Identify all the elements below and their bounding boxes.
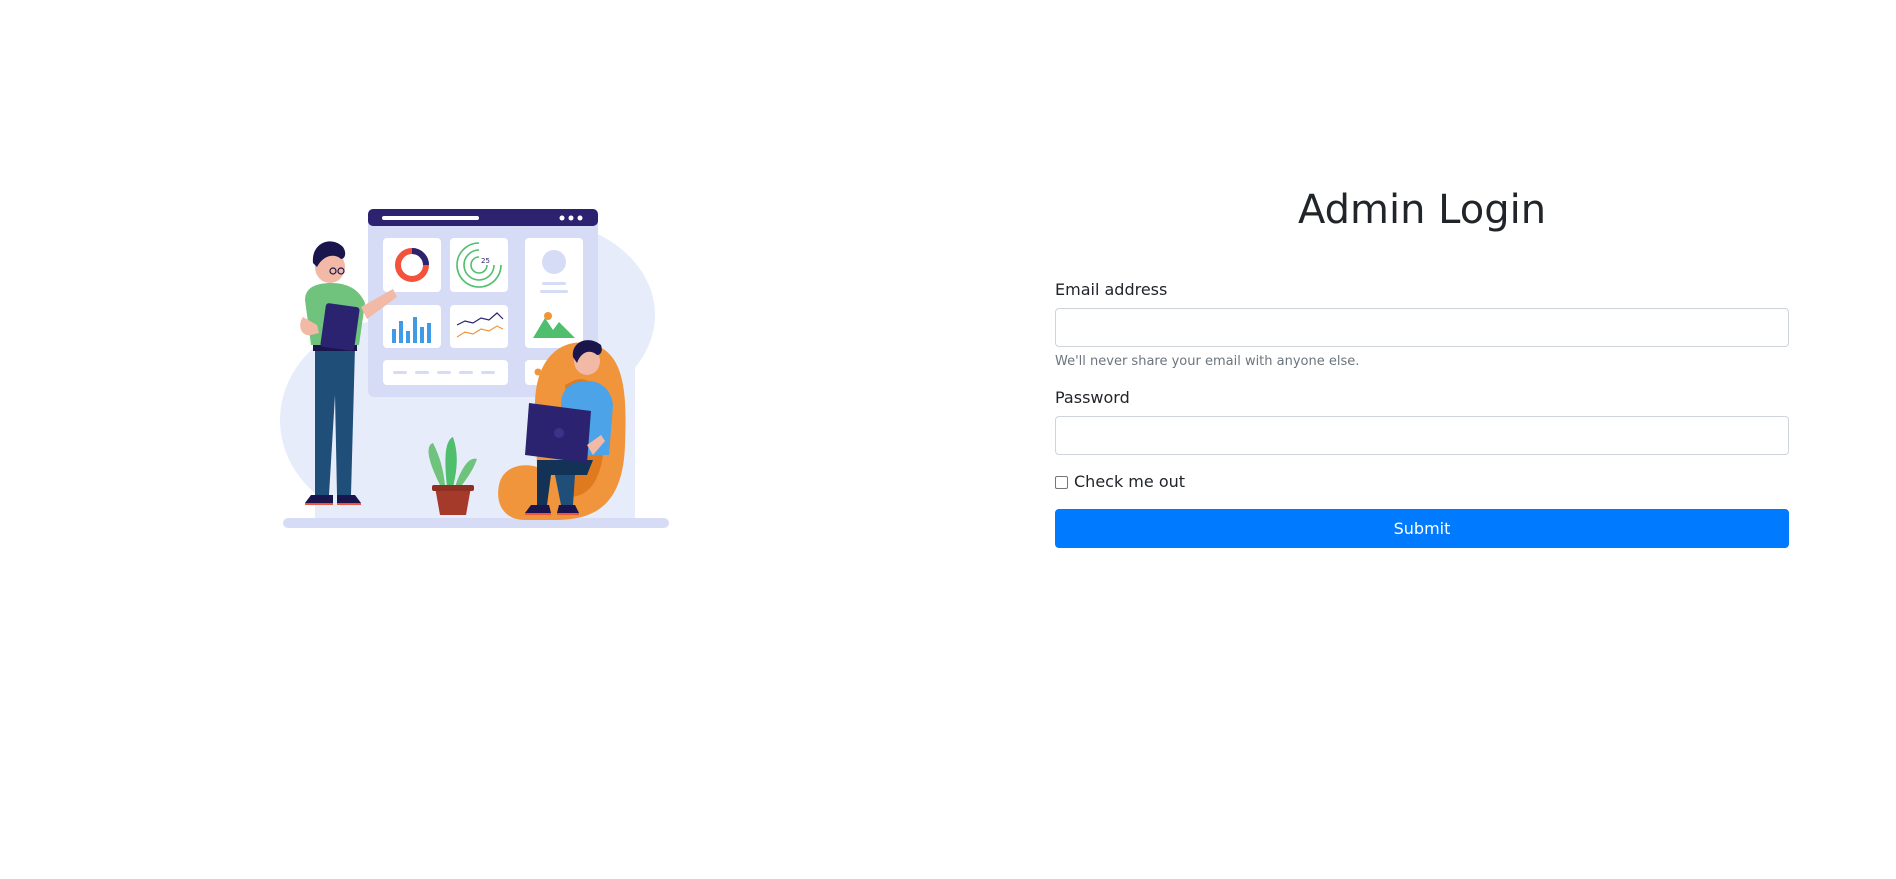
bar-chart-icon [399,321,403,343]
board-dot-icon [559,215,565,221]
page-title: Admin Login [1297,187,1547,233]
shoe-sole [557,513,579,515]
profile-text-line [540,290,568,293]
footer-dash [459,371,473,374]
check-me-out-checkbox[interactable] [1055,475,1068,489]
email-form-group: Email address We'll never share your ema… [1055,280,1789,370]
plant-pot-icon [435,487,471,515]
bar-chart-icon [392,329,396,343]
shoe-sole [305,503,333,505]
bar-chart-icon [413,317,417,343]
footer-dash [437,371,451,374]
board-dot-icon [568,215,574,221]
avatar-icon [542,250,566,274]
email-label: Email address [1055,280,1168,299]
check-me-out-row: Check me out [1055,471,1789,493]
board-dot-icon [577,215,583,221]
board-title-bar [382,216,479,220]
gauge-value: 25 [481,257,490,265]
login-form: Admin Login Email address We'll never sh… [1055,180,1789,548]
tablet-icon [320,303,360,351]
login-page: 25 Admin Login Email address We'll never… [0,0,1896,879]
footer-dash [481,371,495,374]
dashboard-team-illustration: 25 [275,205,675,535]
plant-pot-rim [432,485,474,491]
laptop-logo-icon [554,428,564,438]
gauge-tile [450,238,508,292]
email-help-text: We'll never share your email with anyone… [1055,354,1360,369]
footer-dash [415,371,429,374]
shoe-icon [305,495,333,503]
ground-line [283,518,669,528]
bar-chart-icon [427,323,431,343]
password-form-group: Password [1055,388,1789,455]
bar-chart-tile [383,305,441,348]
illustration-graphic: 25 [280,209,669,528]
password-field[interactable] [1055,416,1789,455]
profile-text-line [542,282,566,285]
bar-chart-icon [420,327,424,343]
bar-chart-icon [406,331,410,343]
shoe-sole [337,503,361,505]
check-me-out-label[interactable]: Check me out [1074,472,1185,492]
shoe-sole [525,513,551,515]
email-field[interactable] [1055,308,1789,347]
submit-button[interactable]: Submit [1055,509,1789,548]
donut-chart-tile [383,238,441,292]
password-label: Password [1055,388,1130,407]
footer-dash [393,371,407,374]
